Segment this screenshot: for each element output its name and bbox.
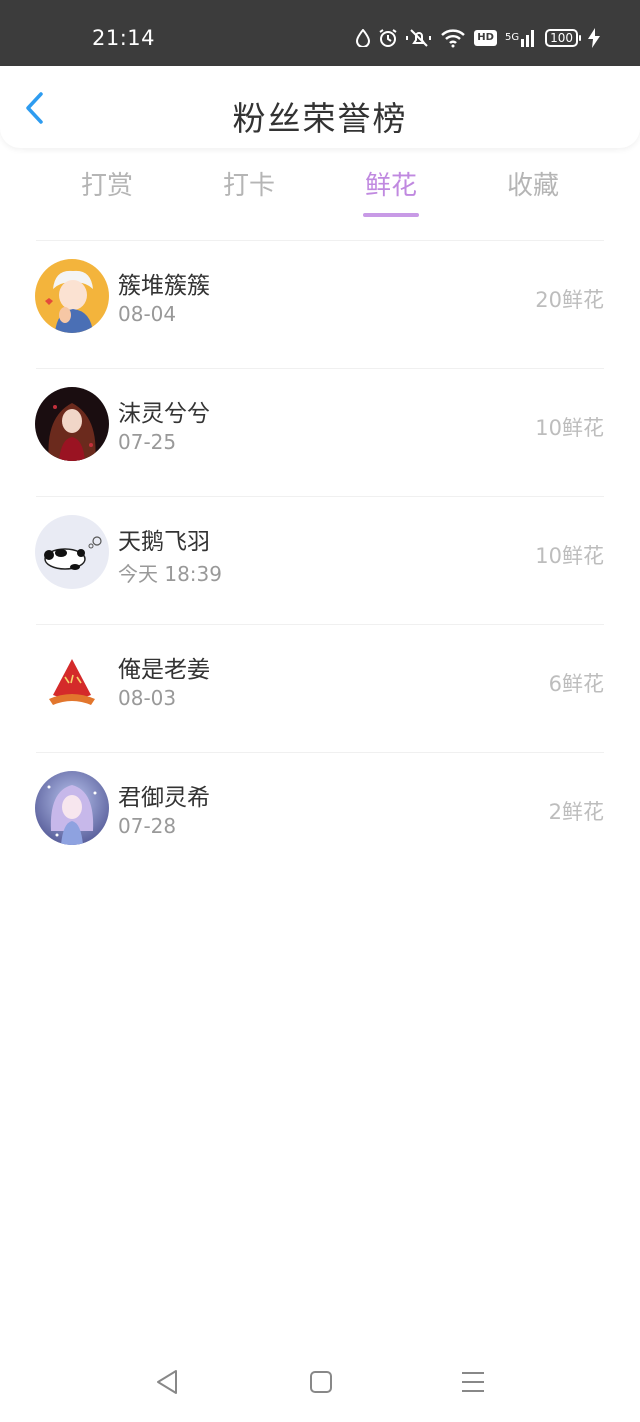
list-item[interactable]: 君御灵希 07-28 2鲜花 — [0, 752, 640, 880]
list-item[interactable]: 簇堆簇簇 08-04 20鲜花 — [0, 240, 640, 368]
header-bar: 粉丝荣誉榜 — [0, 66, 640, 148]
list-item[interactable]: 俺是老姜 08-03 6鲜花 — [0, 624, 640, 752]
fan-list: 簇堆簇簇 08-04 20鲜花 沫灵兮兮 07-25 10鲜花 天鹅飞羽 今天 … — [0, 240, 640, 880]
hd-icon: HD — [474, 30, 497, 46]
divider — [36, 624, 604, 625]
battery-icon: 100 — [545, 29, 581, 47]
avatar[interactable] — [35, 387, 109, 461]
status-icons: HD 5G 100 — [356, 28, 600, 48]
fan-name: 君御灵希 — [118, 785, 210, 811]
divider — [36, 496, 604, 497]
tab-flowers[interactable]: 鲜花 — [336, 165, 446, 202]
tab-favorites[interactable]: 收藏 — [478, 165, 588, 202]
avatar[interactable] — [35, 771, 109, 845]
fan-date: 08-04 — [118, 302, 177, 326]
tab-checkin[interactable]: 打卡 — [194, 165, 304, 202]
fan-amount: 6鲜花 — [548, 672, 604, 696]
avatar[interactable] — [35, 643, 109, 717]
status-time: 21:14 — [92, 26, 156, 50]
fan-date: 08-03 — [118, 686, 177, 710]
system-menu-button[interactable] — [460, 1368, 486, 1400]
system-nav-bar — [0, 1350, 640, 1422]
fan-name: 簇堆簇簇 — [118, 273, 210, 299]
fan-date: 今天 18:39 — [118, 562, 222, 586]
fan-amount: 10鲜花 — [535, 544, 604, 568]
fan-amount: 10鲜花 — [535, 416, 604, 440]
fan-name: 天鹅飞羽 — [118, 529, 210, 555]
divider — [36, 240, 604, 241]
signal-icon: 5G — [505, 29, 537, 47]
alarm-icon — [378, 28, 398, 48]
avatar[interactable] — [35, 259, 109, 333]
fan-name: 俺是老姜 — [118, 657, 210, 683]
fan-amount: 20鲜花 — [535, 288, 604, 312]
list-item[interactable]: 沫灵兮兮 07-25 10鲜花 — [0, 368, 640, 496]
fan-date: 07-25 — [118, 430, 177, 454]
active-tab-indicator — [363, 213, 419, 217]
fan-name: 沫灵兮兮 — [118, 401, 210, 427]
page-title: 粉丝荣誉榜 — [232, 99, 408, 138]
status-bar: 21:14 HD 5G 100 — [0, 0, 640, 66]
wifi-icon — [440, 28, 466, 48]
fan-date: 07-28 — [118, 814, 177, 838]
drop-icon — [356, 29, 371, 47]
charging-icon — [588, 28, 600, 48]
back-triangle-icon[interactable] — [154, 1370, 180, 1400]
system-home-button[interactable] — [308, 1368, 334, 1400]
menu-lines-icon[interactable] — [460, 1372, 486, 1400]
tab-reward[interactable]: 打赏 — [52, 165, 162, 202]
fan-amount: 2鲜花 — [548, 800, 604, 824]
home-square-icon[interactable] — [308, 1371, 334, 1400]
divider — [36, 752, 604, 753]
network-label: 5G — [504, 32, 520, 43]
divider — [36, 368, 604, 369]
list-item[interactable]: 天鹅飞羽 今天 18:39 10鲜花 — [0, 496, 640, 624]
avatar[interactable] — [35, 515, 109, 589]
system-back-button[interactable] — [154, 1368, 180, 1400]
tab-bar: 打赏 打卡 鲜花 收藏 — [0, 165, 640, 225]
mute-icon — [406, 28, 432, 48]
